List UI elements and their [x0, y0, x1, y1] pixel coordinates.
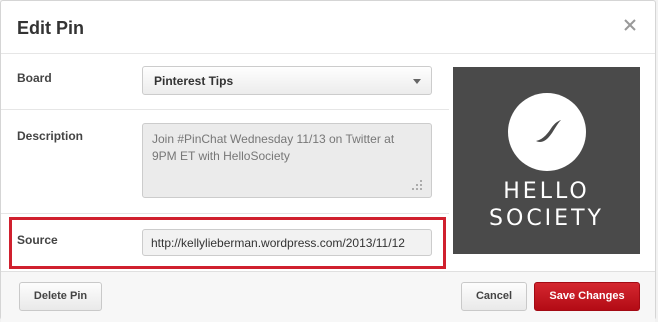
- divider: [1, 213, 449, 214]
- dialog-header: Edit Pin: [1, 1, 655, 54]
- board-selected-value: Pinterest Tips: [154, 74, 234, 88]
- logo-text-line2: SOCIETY: [489, 206, 604, 231]
- hello-society-logo-icon: [508, 93, 586, 171]
- pin-image: HELLO SOCIETY: [453, 67, 640, 254]
- board-label: Board: [17, 71, 52, 85]
- resize-grip-icon[interactable]: [411, 179, 423, 191]
- description-label: Description: [17, 129, 84, 143]
- chevron-down-icon: [413, 79, 421, 84]
- dialog-footer: Delete Pin Cancel Save Changes: [1, 271, 655, 322]
- save-changes-button[interactable]: Save Changes: [534, 282, 640, 311]
- source-url-input[interactable]: http://kellylieberman.wordpress.com/2013…: [142, 229, 432, 256]
- cancel-button[interactable]: Cancel: [461, 282, 527, 311]
- source-label: Source: [17, 233, 58, 247]
- close-icon[interactable]: [619, 14, 641, 36]
- divider: [1, 109, 449, 110]
- description-text: Join #PinChat Wednesday 11/13 on Twitter…: [152, 132, 395, 163]
- logo-text-line1: HELLO: [503, 179, 590, 204]
- delete-pin-button[interactable]: Delete Pin: [19, 282, 102, 311]
- dialog-title: Edit Pin: [17, 18, 84, 38]
- board-select[interactable]: Pinterest Tips: [142, 66, 432, 95]
- description-textarea[interactable]: Join #PinChat Wednesday 11/13 on Twitter…: [142, 123, 432, 198]
- edit-pin-dialog: Edit Pin Board Pinterest Tips Descriptio…: [0, 0, 656, 322]
